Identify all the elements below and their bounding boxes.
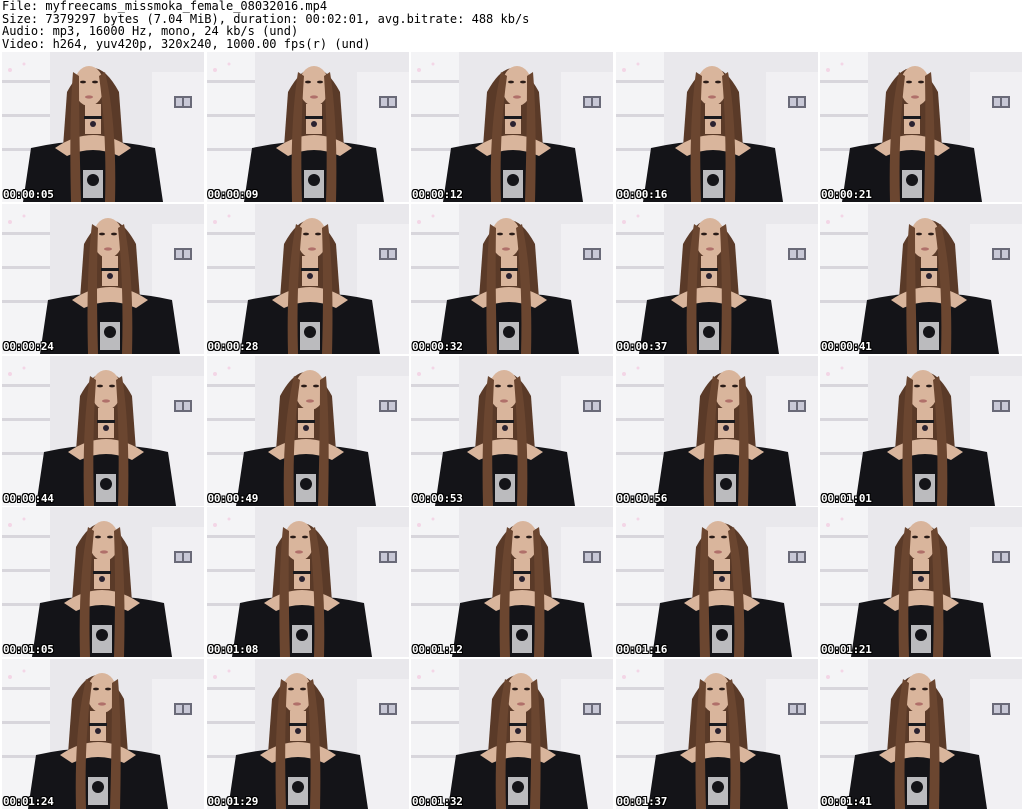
- frame-timestamp: 00:00:56: [616, 491, 668, 505]
- frame-timestamp: 00:00:09: [207, 188, 259, 201]
- video-frame-image: [411, 659, 613, 810]
- video-frame-image: [206, 203, 409, 354]
- video-thumbnail: 00:00:24: [2, 203, 204, 354]
- frame-timestamp: 00:00:53: [412, 491, 463, 505]
- thumbnail-grid: 00:00:05 00:00:09 00:00:12 00:00:16 00:00:21…: [2, 52, 1022, 810]
- video-thumbnail: 00:01:01: [820, 355, 1022, 506]
- video-frame-image: [820, 507, 1022, 658]
- video-thumbnail: 00:00:44: [2, 355, 204, 506]
- frame-timestamp: 00:01:01: [821, 491, 872, 505]
- video-thumbnail: 00:00:21: [820, 52, 1022, 202]
- video-frame-image: [615, 659, 818, 810]
- video-thumbnail: 00:00:12: [411, 52, 613, 202]
- frame-timestamp: 00:01:12: [412, 643, 463, 657]
- video-thumbnail: 00:00:53: [411, 355, 613, 506]
- video-frame-image: [615, 52, 818, 202]
- file-name-line: File: myfreecams_missmoka_female_0803201…: [2, 0, 328, 13]
- video-thumbnail: 00:01:05: [2, 507, 204, 658]
- video-info-header: File: myfreecams_missmoka_female_0803201…: [2, 0, 1022, 50]
- audio-info-line: Audio: mp3, 16000 Hz, mono, 24 kb/s (und…: [2, 24, 299, 38]
- video-frame-image: [206, 659, 409, 810]
- frame-timestamp: 00:00:16: [616, 188, 668, 201]
- video-frame-image: [411, 355, 613, 506]
- video-thumbnail: 00:01:41: [820, 659, 1022, 810]
- frame-timestamp: 00:01:37: [616, 795, 668, 809]
- video-thumbnail: 00:01:37: [615, 659, 818, 810]
- video-thumbnail: 00:00:28: [206, 203, 409, 354]
- frame-timestamp: 00:01:16: [616, 643, 668, 657]
- video-frame-image: [206, 52, 409, 202]
- frame-timestamp: 00:00:32: [412, 339, 463, 353]
- video-thumbnail: 00:00:09: [206, 52, 409, 202]
- video-frame-image: [820, 52, 1022, 202]
- video-frame-image: [411, 52, 613, 202]
- video-thumbnail: 00:00:05: [2, 52, 204, 202]
- frame-timestamp: 00:00:21: [821, 188, 872, 201]
- frame-timestamp: 00:01:21: [821, 643, 872, 657]
- video-thumbnail: 00:00:41: [820, 203, 1022, 354]
- video-thumbnail: 00:01:29: [206, 659, 409, 810]
- video-thumbnail: 00:01:21: [820, 507, 1022, 658]
- frame-timestamp: 00:00:24: [3, 339, 54, 353]
- video-frame-image: [615, 507, 818, 658]
- video-frame-image: [411, 507, 613, 658]
- frame-timestamp: 00:00:12: [412, 188, 463, 201]
- video-frame-image: [2, 52, 204, 202]
- video-thumbnail: 00:01:32: [411, 659, 613, 810]
- video-frame-image: [820, 355, 1022, 506]
- video-frame-image: [2, 507, 204, 658]
- video-frame-image: [2, 355, 204, 506]
- video-thumbnail: 00:00:37: [615, 203, 818, 354]
- frame-timestamp: 00:00:49: [207, 491, 259, 505]
- video-frame-image: [2, 203, 204, 354]
- frame-timestamp: 00:00:28: [207, 339, 259, 353]
- frame-timestamp: 00:01:41: [821, 795, 872, 809]
- video-thumbnail: 00:01:08: [206, 507, 409, 658]
- video-frame-image: [615, 203, 818, 354]
- video-frame-image: [206, 507, 409, 658]
- video-frame-image: [820, 659, 1022, 810]
- video-frame-image: [2, 659, 204, 810]
- frame-timestamp: 00:01:24: [3, 795, 54, 809]
- video-thumbnail: 00:01:24: [2, 659, 204, 810]
- frame-timestamp: 00:01:05: [3, 643, 54, 657]
- video-thumbnail: 00:00:56: [615, 355, 818, 506]
- video-thumbnail: 00:01:16: [615, 507, 818, 658]
- video-frame-image: [411, 203, 613, 354]
- video-frame-image: [206, 355, 409, 506]
- frame-timestamp: 00:00:37: [616, 339, 668, 353]
- video-thumbnail: 00:00:49: [206, 355, 409, 506]
- video-thumbnail: 00:01:12: [411, 507, 613, 658]
- frame-timestamp: 00:00:05: [3, 188, 54, 201]
- video-info-line: Video: h264, yuv420p, 320x240, 1000.00 f…: [2, 36, 371, 51]
- frame-timestamp: 00:00:41: [821, 339, 872, 353]
- video-thumbnail: 00:00:16: [615, 52, 818, 202]
- frame-timestamp: 00:00:44: [3, 491, 54, 505]
- frame-timestamp: 00:01:32: [412, 795, 463, 809]
- video-frame-image: [615, 355, 818, 506]
- frame-timestamp: 00:01:29: [207, 795, 259, 809]
- frame-timestamp: 00:01:08: [207, 643, 259, 657]
- video-thumbnail: 00:00:32: [411, 203, 613, 354]
- video-frame-image: [820, 203, 1022, 354]
